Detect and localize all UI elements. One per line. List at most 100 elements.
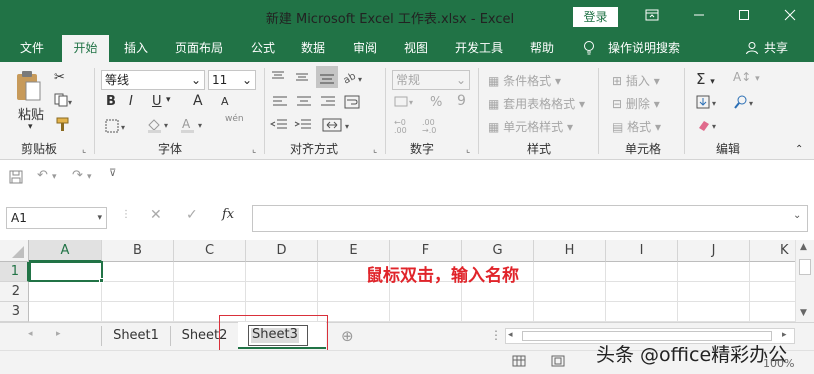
column-header-a[interactable]: A [29,240,102,262]
find-select-icon[interactable]: ▾ [733,95,757,113]
format-cells-button[interactable]: ▤ 格式 ▾ [612,118,661,135]
scroll-up-icon[interactable]: ▲ [800,242,807,252]
tab-developer[interactable]: 开发工具 [455,35,503,62]
increase-indent-icon[interactable] [294,118,312,135]
percent-button[interactable]: % [430,95,442,110]
insert-function-button[interactable]: fx [222,207,234,222]
bold-button[interactable]: B [106,94,116,109]
font-color-icon[interactable]: A ▾ [180,117,206,137]
customize-qat-icon[interactable]: ⊽ [109,168,116,179]
tell-me-search[interactable]: 操作说明搜索 [608,35,680,62]
selected-cell-a1[interactable] [29,261,103,282]
insert-cells-button[interactable]: ⊞ 插入 ▾ [612,72,660,89]
fill-color-icon[interactable]: ▾ [146,117,172,137]
align-right-icon[interactable] [320,95,336,112]
column-header-j[interactable]: J [678,240,750,262]
align-middle-icon[interactable] [294,70,310,87]
name-box[interactable]: A1 ▾ [6,207,107,229]
column-header-c[interactable]: C [174,240,246,262]
tab-review[interactable]: 审阅 [353,35,377,62]
vertical-scrollbar[interactable]: ▲ ▼ [795,240,814,322]
column-header-k[interactable]: K [750,240,795,262]
redo-icon[interactable]: ↷ ▾ [72,168,92,183]
font-name-combo[interactable]: 等线 ⌄ [101,70,205,90]
tab-home-active[interactable]: 开始 [62,35,109,63]
tab-split-grip-icon[interactable]: ⋮ [490,328,502,342]
font-launcher-icon[interactable]: ⌞ [252,145,256,155]
alignment-launcher-icon[interactable]: ⌞ [373,145,377,155]
fill-handle[interactable] [99,278,104,283]
tab-file[interactable]: 文件 [20,35,44,62]
copy-icon[interactable]: ▾ [54,93,72,111]
clipboard-launcher-icon[interactable]: ⌞ [82,145,86,155]
number-launcher-icon[interactable]: ⌞ [466,145,470,155]
sheet-tab-1[interactable]: Sheet1 [103,322,169,350]
delete-cells-button[interactable]: ⊟ 删除 ▾ [612,95,660,112]
align-center-icon[interactable] [296,95,312,112]
paste-dropdown-icon[interactable]: ▾ [28,122,33,132]
expand-formula-bar-icon[interactable]: ⌄ [793,210,801,221]
scroll-left-icon[interactable]: ◂ [508,330,513,340]
formula-input[interactable] [252,205,808,232]
column-header-d[interactable]: D [246,240,318,262]
orientation-icon[interactable]: ab ▾ [342,70,366,89]
tab-view[interactable]: 视图 [404,35,428,62]
tab-insert[interactable]: 插入 [124,35,148,62]
phonetic-icon[interactable]: wén [225,114,244,124]
column-header-e[interactable]: E [318,240,390,262]
fill-down-icon[interactable]: ▾ [696,95,720,113]
tab-help[interactable]: 帮助 [530,35,554,62]
accounting-format-icon[interactable]: ▾ [394,94,416,114]
undo-icon[interactable]: ↶ ▾ [37,168,57,183]
italic-button[interactable]: I [129,94,133,109]
maximize-icon[interactable] [732,6,756,28]
row-header-1[interactable]: 1 [0,262,29,282]
select-all-corner[interactable] [0,240,29,262]
font-size-combo[interactable]: 11 ⌄ [208,70,256,90]
cell-styles-button[interactable]: ▦ 单元格样式 ▾ [488,118,573,135]
next-sheet-icon[interactable]: ▸ [56,329,61,339]
close-icon[interactable] [778,6,802,28]
zoom-level[interactable]: 100% [763,357,794,370]
conditional-format-button[interactable]: ▦ 条件格式 ▾ [488,72,561,89]
page-layout-view-icon[interactable] [551,355,565,370]
merge-center-icon[interactable]: ▾ [322,118,354,135]
save-icon[interactable] [9,170,23,187]
scroll-down-icon[interactable]: ▼ [800,308,807,318]
number-format-combo[interactable]: 常规 ⌄ [392,70,470,90]
decrease-indent-icon[interactable] [269,118,288,135]
lightbulb-icon[interactable] [583,35,595,62]
person-icon[interactable] [745,35,759,62]
minimize-icon[interactable] [687,6,711,28]
new-sheet-icon[interactable]: ⊕ [341,327,354,345]
tab-formulas[interactable]: 公式 [251,35,275,62]
border-icon[interactable]: ▾ [105,119,129,137]
paste-icon[interactable] [14,70,44,105]
align-left-icon[interactable] [272,95,288,112]
underline-dropdown-icon[interactable]: ▾ [166,95,171,105]
clear-icon[interactable]: ▾ [696,118,720,136]
collapse-ribbon-icon[interactable]: ⌃ [795,144,803,155]
comma-button[interactable]: 9 [457,93,466,109]
column-header-g[interactable]: G [462,240,534,262]
normal-view-icon[interactable] [512,355,526,370]
scroll-right-icon[interactable]: ▸ [782,330,787,340]
row-header-2[interactable]: 2 [0,282,29,302]
shrink-font-button[interactable]: A [221,95,229,108]
increase-decimal-icon[interactable]: ←0.00 [394,119,407,135]
vertical-scroll-thumb[interactable] [799,259,811,275]
cancel-entry-icon[interactable]: ✕ [150,207,162,223]
column-header-h[interactable]: H [534,240,606,262]
format-painter-icon[interactable] [55,116,71,136]
align-bottom-icon[interactable] [316,66,338,88]
autosum-icon[interactable]: Σ ▾ [696,70,715,88]
format-as-table-button[interactable]: ▦ 套用表格格式 ▾ [488,95,585,112]
paste-button[interactable]: 粘贴 [18,104,44,123]
confirm-entry-icon[interactable]: ✓ [186,207,198,223]
row-header-3[interactable]: 3 [0,302,29,322]
sort-filter-icon[interactable]: A↕ ▾ [733,70,760,84]
wrap-text-icon[interactable] [344,95,362,112]
align-top-icon[interactable] [270,70,286,87]
column-header-i[interactable]: I [606,240,678,262]
share-button[interactable]: 共享 [764,35,788,62]
